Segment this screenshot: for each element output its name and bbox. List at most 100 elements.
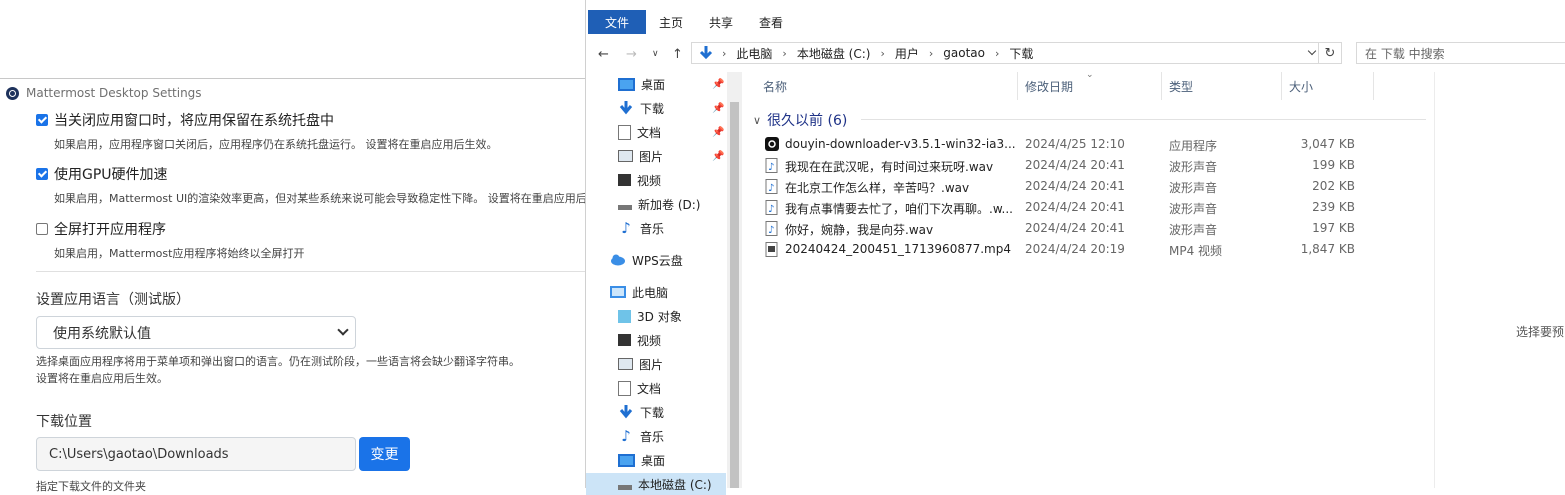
collapse-chevron-icon[interactable]: ∨ [753,114,761,127]
gpu-acceleration-checkbox[interactable] [36,168,48,180]
download-folder-icon [699,46,713,60]
nav-label: 下载 [640,101,665,116]
tab-home[interactable]: 主页 [646,10,696,34]
preview-pane-divider[interactable] [1434,72,1435,488]
minimize-to-tray-checkbox[interactable] [36,114,48,126]
forward-arrow-icon[interactable]: → [626,47,637,62]
file-explorer-window: 文件 主页 共享 查看 ← → ∨ ↑ › 此电脑 › 本地磁盘 (C:) › … [585,0,1565,495]
divider [36,271,590,272]
column-header-size[interactable]: 大小 [1289,72,1313,100]
refresh-icon[interactable]: ↻ [1318,43,1341,63]
minimize-to-tray-label[interactable]: 当关闭应用窗口时，将应用保留在系统托盘中 [54,110,334,130]
download-icon [619,101,633,115]
download-path-field[interactable]: C:\Users\gaotao\Downloads [36,437,356,471]
pin-icon[interactable]: 📌 [712,79,724,90]
fullscreen-checkbox[interactable] [36,223,48,235]
file-name: 我有点事情要去忙了，咱们下次再聊。.w... [785,202,1013,216]
nav-item-downloads[interactable]: 下载 📌 [618,97,726,119]
pin-icon[interactable]: 📌 [712,127,724,138]
breadcrumb-local-disk[interactable]: 本地磁盘 (C:) [797,45,871,62]
navigation-pane: 桌面 📌 下载 📌 文档 📌 图片 📌 视频 新加卷 (D:) ♪ 音乐 WPS… [586,72,741,495]
computer-icon [610,286,626,298]
file-type: 波形声音 [1169,181,1218,195]
nav-item-downloads-2[interactable]: 下载 [618,401,726,423]
nav-item-desktop[interactable]: 桌面 📌 [618,73,726,95]
column-divider[interactable] [1161,72,1162,100]
navigation-scrollbar[interactable] [727,72,742,488]
breadcrumb-this-pc[interactable]: 此电脑 [736,45,772,62]
back-arrow-icon[interactable]: ← [598,47,609,62]
up-arrow-icon[interactable]: ↑ [672,47,683,62]
nav-item-music-2[interactable]: ♪ 音乐 [618,425,726,447]
column-divider[interactable] [1017,72,1018,100]
file-date: 2024/4/25 12:10 [1025,137,1125,151]
column-header-type[interactable]: 类型 [1169,72,1193,100]
nav-item-desktop-2[interactable]: 桌面 [618,449,726,471]
tab-view[interactable]: 查看 [746,10,796,34]
nav-label: 图片 [639,357,664,372]
file-row[interactable]: douyin-downloader-v3.5.1-win32-ia3... 20… [763,134,1363,155]
cloud-icon [611,254,625,266]
nav-label: 3D 对象 [637,309,682,324]
nav-item-videos[interactable]: 视频 [618,169,726,191]
fullscreen-label[interactable]: 全屏打开应用程序 [54,219,166,239]
group-header[interactable]: ∨ 很久以前 (6) [753,110,847,130]
mattermost-logo-icon [6,86,19,100]
breadcrumb-gaotao[interactable]: gaotao [943,46,985,60]
column-header-name[interactable]: 名称 [763,72,787,100]
breadcrumb-users[interactable]: 用户 [895,45,919,62]
file-date: 2024/4/24 20:41 [1025,221,1125,235]
search-input[interactable]: 在 下载 中搜索 [1356,42,1565,64]
minimize-to-tray-desc: 如果启用，应用程序窗口关闭后，应用程序仍在系统托盘运行。 设置将在重启应用后生效… [54,138,498,151]
file-row[interactable]: ♪ 在北京工作怎么样，辛苦吗？.wav 2024/4/24 20:41 波形声音… [763,176,1363,197]
nav-item-music[interactable]: ♪ 音乐 [618,217,726,239]
file-list-pane: 名称 修改日期 ⌄ 类型 大小 ∨ 很久以前 (6) douyin-downlo… [743,70,1565,488]
file-row[interactable]: ♪ 你好，婉静，我是向芬.wav 2024/4/24 20:41 波形声音 19… [763,218,1363,239]
audio-file-icon: ♪ [765,200,778,215]
tab-file[interactable]: 文件 [588,10,646,34]
language-hint-line1: 选择桌面应用程序将用于菜单项和弹出窗口的语言。仍在测试阶段，一些语言将会缺少翻译… [36,355,520,368]
breadcrumb-separator[interactable]: › [880,47,884,60]
download-location-hint: 指定下载文件的文件夹 [36,480,146,493]
breadcrumb-separator[interactable]: › [929,47,933,60]
tab-share[interactable]: 共享 [696,10,746,34]
gpu-acceleration-label[interactable]: 使用GPU硬件加速 [54,164,168,184]
nav-item-pictures[interactable]: 图片 📌 [618,145,726,167]
file-row[interactable]: ♪ 我现在在武汉呢，有时间过来玩呀.wav 2024/4/24 20:41 波形… [763,155,1363,176]
language-select[interactable]: 使用系统默认值 [36,316,356,349]
address-dropdown-icon[interactable] [1307,46,1317,56]
breadcrumb-separator[interactable]: › [995,47,999,60]
nav-item-documents-2[interactable]: 文档 [618,377,726,399]
nav-item-pictures-2[interactable]: 图片 [618,353,726,375]
file-type: MP4 视频 [1169,244,1223,258]
nav-item-videos-2[interactable]: 视频 [618,329,726,351]
file-row[interactable]: ♪ 我有点事情要去忙了，咱们下次再聊。.w... 2024/4/24 20:41… [763,197,1363,218]
nav-label: 本地磁盘 (C:) [638,477,712,492]
nav-item-3d-objects[interactable]: 3D 对象 [618,305,726,327]
nav-label: WPS云盘 [632,253,683,268]
address-row: ← → ∨ ↑ › 此电脑 › 本地磁盘 (C:) › 用户 › gaotao … [586,42,1565,66]
recent-locations-chevron-icon[interactable]: ∨ [652,49,659,59]
pin-icon[interactable]: 📌 [712,151,724,162]
audio-file-icon: ♪ [765,221,778,236]
nav-item-drive-d[interactable]: 新加卷 (D:) [618,193,726,215]
column-header-date[interactable]: 修改日期 [1025,72,1073,100]
address-bar[interactable]: › 此电脑 › 本地磁盘 (C:) › 用户 › gaotao › 下载 ↻ [691,42,1342,64]
nav-label: 视频 [637,173,662,188]
nav-item-documents[interactable]: 文档 📌 [618,121,726,143]
change-download-location-button[interactable]: 变更 [359,437,410,471]
breadcrumb-downloads[interactable]: 下载 [1009,45,1033,62]
nav-item-this-pc[interactable]: 此电脑 [610,281,726,303]
file-name: 你好，婉静，我是向芬.wav [785,223,934,237]
file-size: 197 KB [1312,221,1355,235]
nav-label: 图片 [639,149,664,164]
option-gpu-acceleration: 使用GPU硬件加速 如果启用，Mattermost UI的渲染效率更高，但对某些… [36,164,598,206]
breadcrumb-separator[interactable]: › [782,47,786,60]
column-divider[interactable] [1373,72,1374,100]
pin-icon[interactable]: 📌 [712,103,724,114]
nav-item-local-disk-c[interactable]: 本地磁盘 (C:) [586,473,726,495]
column-divider[interactable] [1281,72,1282,100]
file-row[interactable]: 20240424_200451_1713960877.mp4 2024/4/24… [763,239,1363,260]
nav-item-wps-cloud[interactable]: WPS云盘 [610,249,726,271]
scrollbar-thumb[interactable] [730,102,739,488]
